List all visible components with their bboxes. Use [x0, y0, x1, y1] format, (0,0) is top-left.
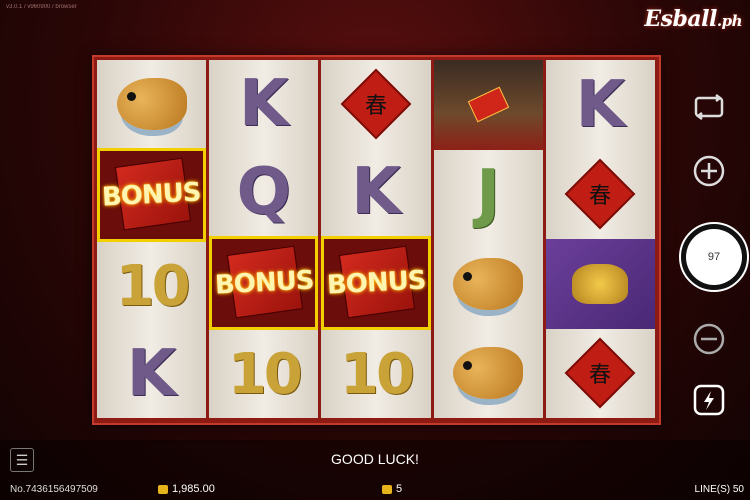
reel-cell [545, 239, 656, 329]
logo-sub: .ph [716, 12, 743, 30]
reel-cell: K [97, 330, 206, 418]
reel-cell [433, 60, 543, 150]
logo-main: Esball [644, 6, 717, 32]
turbo-icon[interactable] [692, 383, 726, 417]
spin-button[interactable]: 97 [679, 222, 749, 292]
balance-value: 1,985.00 [172, 483, 215, 495]
reel-cell: J [434, 150, 543, 240]
reel-cell: 春 [546, 150, 655, 240]
letter-symbol: K [575, 67, 626, 142]
logo: Esball.ph [644, 6, 742, 32]
reel-cell: BONUS [321, 236, 431, 330]
bonus-symbol: BONUS [326, 265, 426, 301]
reel-cell: K [209, 60, 318, 148]
reel-3: 春 K BONUS 10 [321, 60, 431, 418]
letter-symbol: K [239, 67, 289, 141]
charm-character: 春 [589, 184, 612, 210]
spring-charm-icon: 春 [565, 158, 636, 230]
ten-symbol: 10 [340, 341, 415, 407]
reel-cell: BONUS [209, 236, 319, 330]
lines-count: LINE(S) 50 [694, 484, 744, 495]
letter-symbol: J [476, 157, 501, 232]
status-message: GOOD LUCK! [331, 451, 419, 467]
reel-cell: 10 [97, 242, 206, 330]
bonus-symbol: BONUS [213, 265, 314, 301]
spring-charm-icon: 春 [565, 337, 636, 409]
reel-cell: 10 [209, 330, 318, 418]
letter-symbol: Q [236, 155, 291, 229]
charm-character: 春 [589, 363, 612, 389]
bottom-bar [0, 440, 750, 500]
golden-carp-icon [453, 347, 524, 400]
ten-symbol: 10 [115, 253, 191, 319]
reel-cell: 10 [321, 330, 430, 418]
reels-grid: BONUS 10 K K Q BONUS 10 春 K BONUS 10 JK春春 [97, 60, 656, 419]
bet-value: 5 [396, 483, 403, 495]
version-text: v3.0.1 / v960900 / browser [6, 4, 77, 10]
reel-cell: 春 [546, 329, 655, 419]
golden-carp-icon [116, 78, 187, 130]
letter-symbol: K [126, 337, 177, 411]
round-id: No.7436156497509 [10, 484, 98, 495]
gold-ingot-icon [545, 239, 656, 329]
bet-increase-icon[interactable] [692, 154, 726, 188]
charm-character: 春 [364, 93, 388, 119]
letter-symbol: K [351, 155, 401, 229]
reel-cell: K [546, 60, 655, 150]
spring-charm-icon: 春 [340, 68, 412, 140]
fortune-god-icon [433, 60, 543, 150]
bet-coin-icon [382, 484, 392, 494]
reel-cell [97, 60, 206, 148]
ten-symbol: 10 [227, 341, 303, 407]
reel-cell: BONUS [97, 148, 207, 242]
spin-count: 97 [686, 229, 742, 285]
auto-spin-icon[interactable] [692, 90, 726, 124]
reel-4: J [433, 60, 543, 419]
reel-cell [434, 239, 543, 329]
bet: 5 [382, 483, 402, 495]
balance: 1,985.00 [158, 483, 215, 495]
reel-5: K春春 [545, 60, 656, 419]
reel-2: K Q BONUS 10 [209, 60, 319, 418]
bet-decrease-icon[interactable] [692, 322, 726, 356]
reel-cell: Q [209, 148, 318, 236]
reel-cell: 春 [321, 60, 430, 148]
reel-cell [434, 329, 543, 419]
reel-1: BONUS 10 K [97, 60, 207, 418]
bonus-symbol: BONUS [101, 177, 202, 213]
balance-coin-icon [158, 484, 168, 494]
reel-cell: K [321, 148, 430, 236]
golden-carp-icon [453, 257, 524, 310]
